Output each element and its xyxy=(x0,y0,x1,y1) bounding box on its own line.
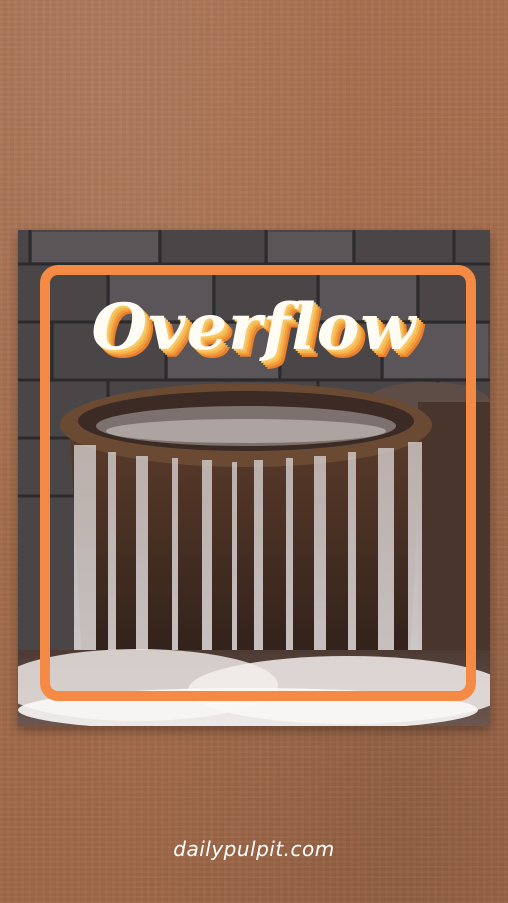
page-title: Overflow xyxy=(91,290,417,365)
website-label: dailypulpit.com xyxy=(173,837,335,861)
